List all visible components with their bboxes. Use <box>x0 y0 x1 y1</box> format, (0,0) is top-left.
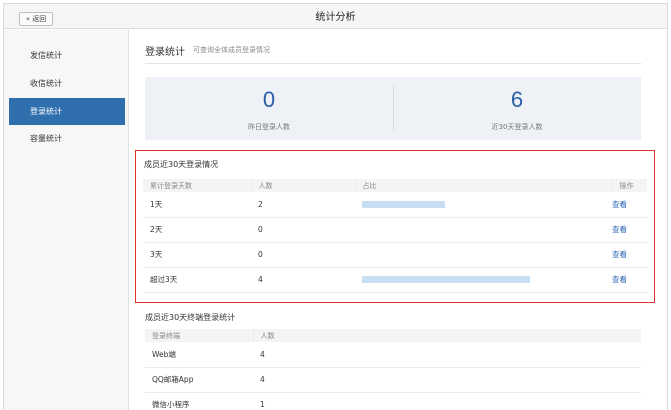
days-cell: 3天 <box>143 242 251 268</box>
app-window: 统计分析 « 返回 发信统计 收信统计 登录统计 容量统计 登录统计 可查询全体… <box>3 3 668 410</box>
table-row: 微信小程序 1 <box>145 392 641 410</box>
column-header-count: 人数 <box>251 179 356 192</box>
table-row: Web端 4 <box>145 342 641 368</box>
column-header-days: 累计登录天数 <box>143 179 252 192</box>
column-header-action: 操作 <box>612 179 647 192</box>
stat-label: 近30天登录人数 <box>491 123 543 131</box>
page-title: 统计分析 <box>315 12 356 23</box>
table-row: 2天 0 查看 <box>143 217 647 243</box>
count-cell: 4 <box>251 267 355 293</box>
view-link[interactable]: 查看 <box>612 192 647 218</box>
sidebar: 发信统计 收信统计 登录统计 容量统计 <box>4 30 129 410</box>
count-cell: 0 <box>251 217 355 243</box>
stats-summary: 0 昨日登录人数 6 近30天登录人数 <box>145 77 641 140</box>
ratio-cell <box>355 267 612 293</box>
table-row: 超过3天 4 查看 <box>143 267 647 293</box>
column-header-count: 人数 <box>253 329 641 342</box>
terminal-cell: Web端 <box>145 342 253 368</box>
recent-login-table: 累计登录天数 人数 占比 操作 1天 2 查看 2天 0 查看 3天 0 查看 … <box>143 179 647 293</box>
days-cell: 超过3天 <box>143 267 251 293</box>
table-row: 1天 2 查看 <box>143 192 647 218</box>
count-cell: 4 <box>253 367 641 393</box>
stat-value: 0 <box>262 87 276 112</box>
ratio-cell <box>355 242 612 268</box>
table-header-row: 累计登录天数 人数 占比 操作 <box>143 179 647 192</box>
view-link[interactable]: 查看 <box>612 242 647 268</box>
count-cell: 1 <box>253 392 641 410</box>
terminal-cell: 微信小程序 <box>145 392 253 410</box>
ratio-cell <box>355 192 612 218</box>
section-subtitle: 可查询全体成员登录情况 <box>193 46 270 54</box>
divider <box>145 63 641 64</box>
stat-value: 6 <box>510 87 524 112</box>
terminal-cell: QQ邮箱App <box>145 367 253 393</box>
table-row: 3天 0 查看 <box>143 242 647 268</box>
column-header-ratio: 占比 <box>355 179 613 192</box>
count-cell: 0 <box>251 242 355 268</box>
table-row: QQ邮箱App 4 <box>145 367 641 393</box>
column-header-terminal: 登录终端 <box>145 329 254 342</box>
days-cell: 1天 <box>143 192 251 218</box>
stat-yesterday: 0 昨日登录人数 <box>145 77 393 140</box>
terminal-section-title: 成员近30天终端登录统计 <box>145 313 236 322</box>
count-cell: 4 <box>253 342 641 368</box>
view-link[interactable]: 查看 <box>612 217 647 243</box>
stat-last-30-days: 6 近30天登录人数 <box>393 77 641 140</box>
top-bar: 统计分析 « 返回 <box>4 4 667 29</box>
sidebar-item-login-stats[interactable]: 登录统计 <box>9 98 125 125</box>
table-header-row: 登录终端 人数 <box>145 329 641 342</box>
sidebar-item-sent-stats[interactable]: 发信统计 <box>9 42 125 69</box>
stat-label: 昨日登录人数 <box>248 123 290 131</box>
ratio-bar <box>362 276 530 283</box>
ratio-bar <box>362 200 445 208</box>
sidebar-item-received-stats[interactable]: 收信统计 <box>9 70 125 97</box>
days-cell: 2天 <box>143 217 251 243</box>
count-cell: 2 <box>251 192 355 218</box>
recent-login-panel: 成员近30天登录情况 累计登录天数 人数 占比 操作 1天 2 查看 2天 0 … <box>135 150 655 303</box>
back-button[interactable]: « 返回 <box>19 12 53 26</box>
ratio-cell <box>355 217 612 243</box>
main-content: 登录统计 可查询全体成员登录情况 0 昨日登录人数 6 近30天登录人数 成员近… <box>130 30 667 410</box>
sidebar-item-storage-stats[interactable]: 容量统计 <box>9 125 125 152</box>
panel-title: 成员近30天登录情况 <box>144 160 219 169</box>
terminal-login-table: 登录终端 人数 Web端 4 QQ邮箱App 4 微信小程序 1 <box>145 329 641 410</box>
view-link[interactable]: 查看 <box>612 267 647 293</box>
section-title: 登录统计 <box>145 47 185 58</box>
